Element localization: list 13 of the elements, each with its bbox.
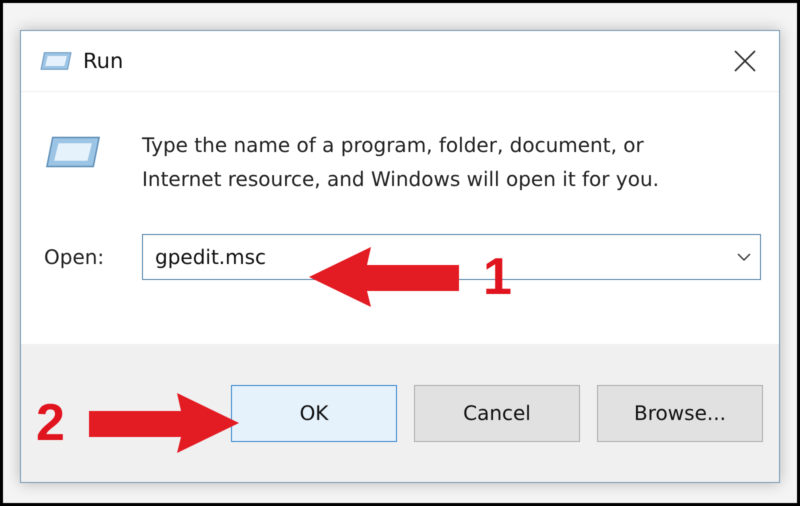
dialog-button[interactable]: Cancel bbox=[414, 384, 580, 442]
window-title: Run bbox=[83, 49, 124, 73]
instruction-text: Type the name of a program, folder, document, or Internet resource, and Windows will open it for you. bbox=[142, 132, 660, 193]
arrow-icon bbox=[88, 393, 239, 453]
arrow-icon bbox=[309, 247, 459, 307]
dialog-button[interactable]: OK bbox=[231, 384, 397, 442]
open-label: Open: bbox=[44, 245, 106, 269]
run-icon bbox=[39, 51, 73, 71]
step-number: 2 bbox=[36, 397, 65, 449]
run-icon bbox=[44, 134, 102, 170]
dialog-button[interactable]: Browse... bbox=[597, 384, 763, 442]
dropdown-icon[interactable] bbox=[737, 252, 751, 262]
close-icon bbox=[733, 49, 757, 73]
